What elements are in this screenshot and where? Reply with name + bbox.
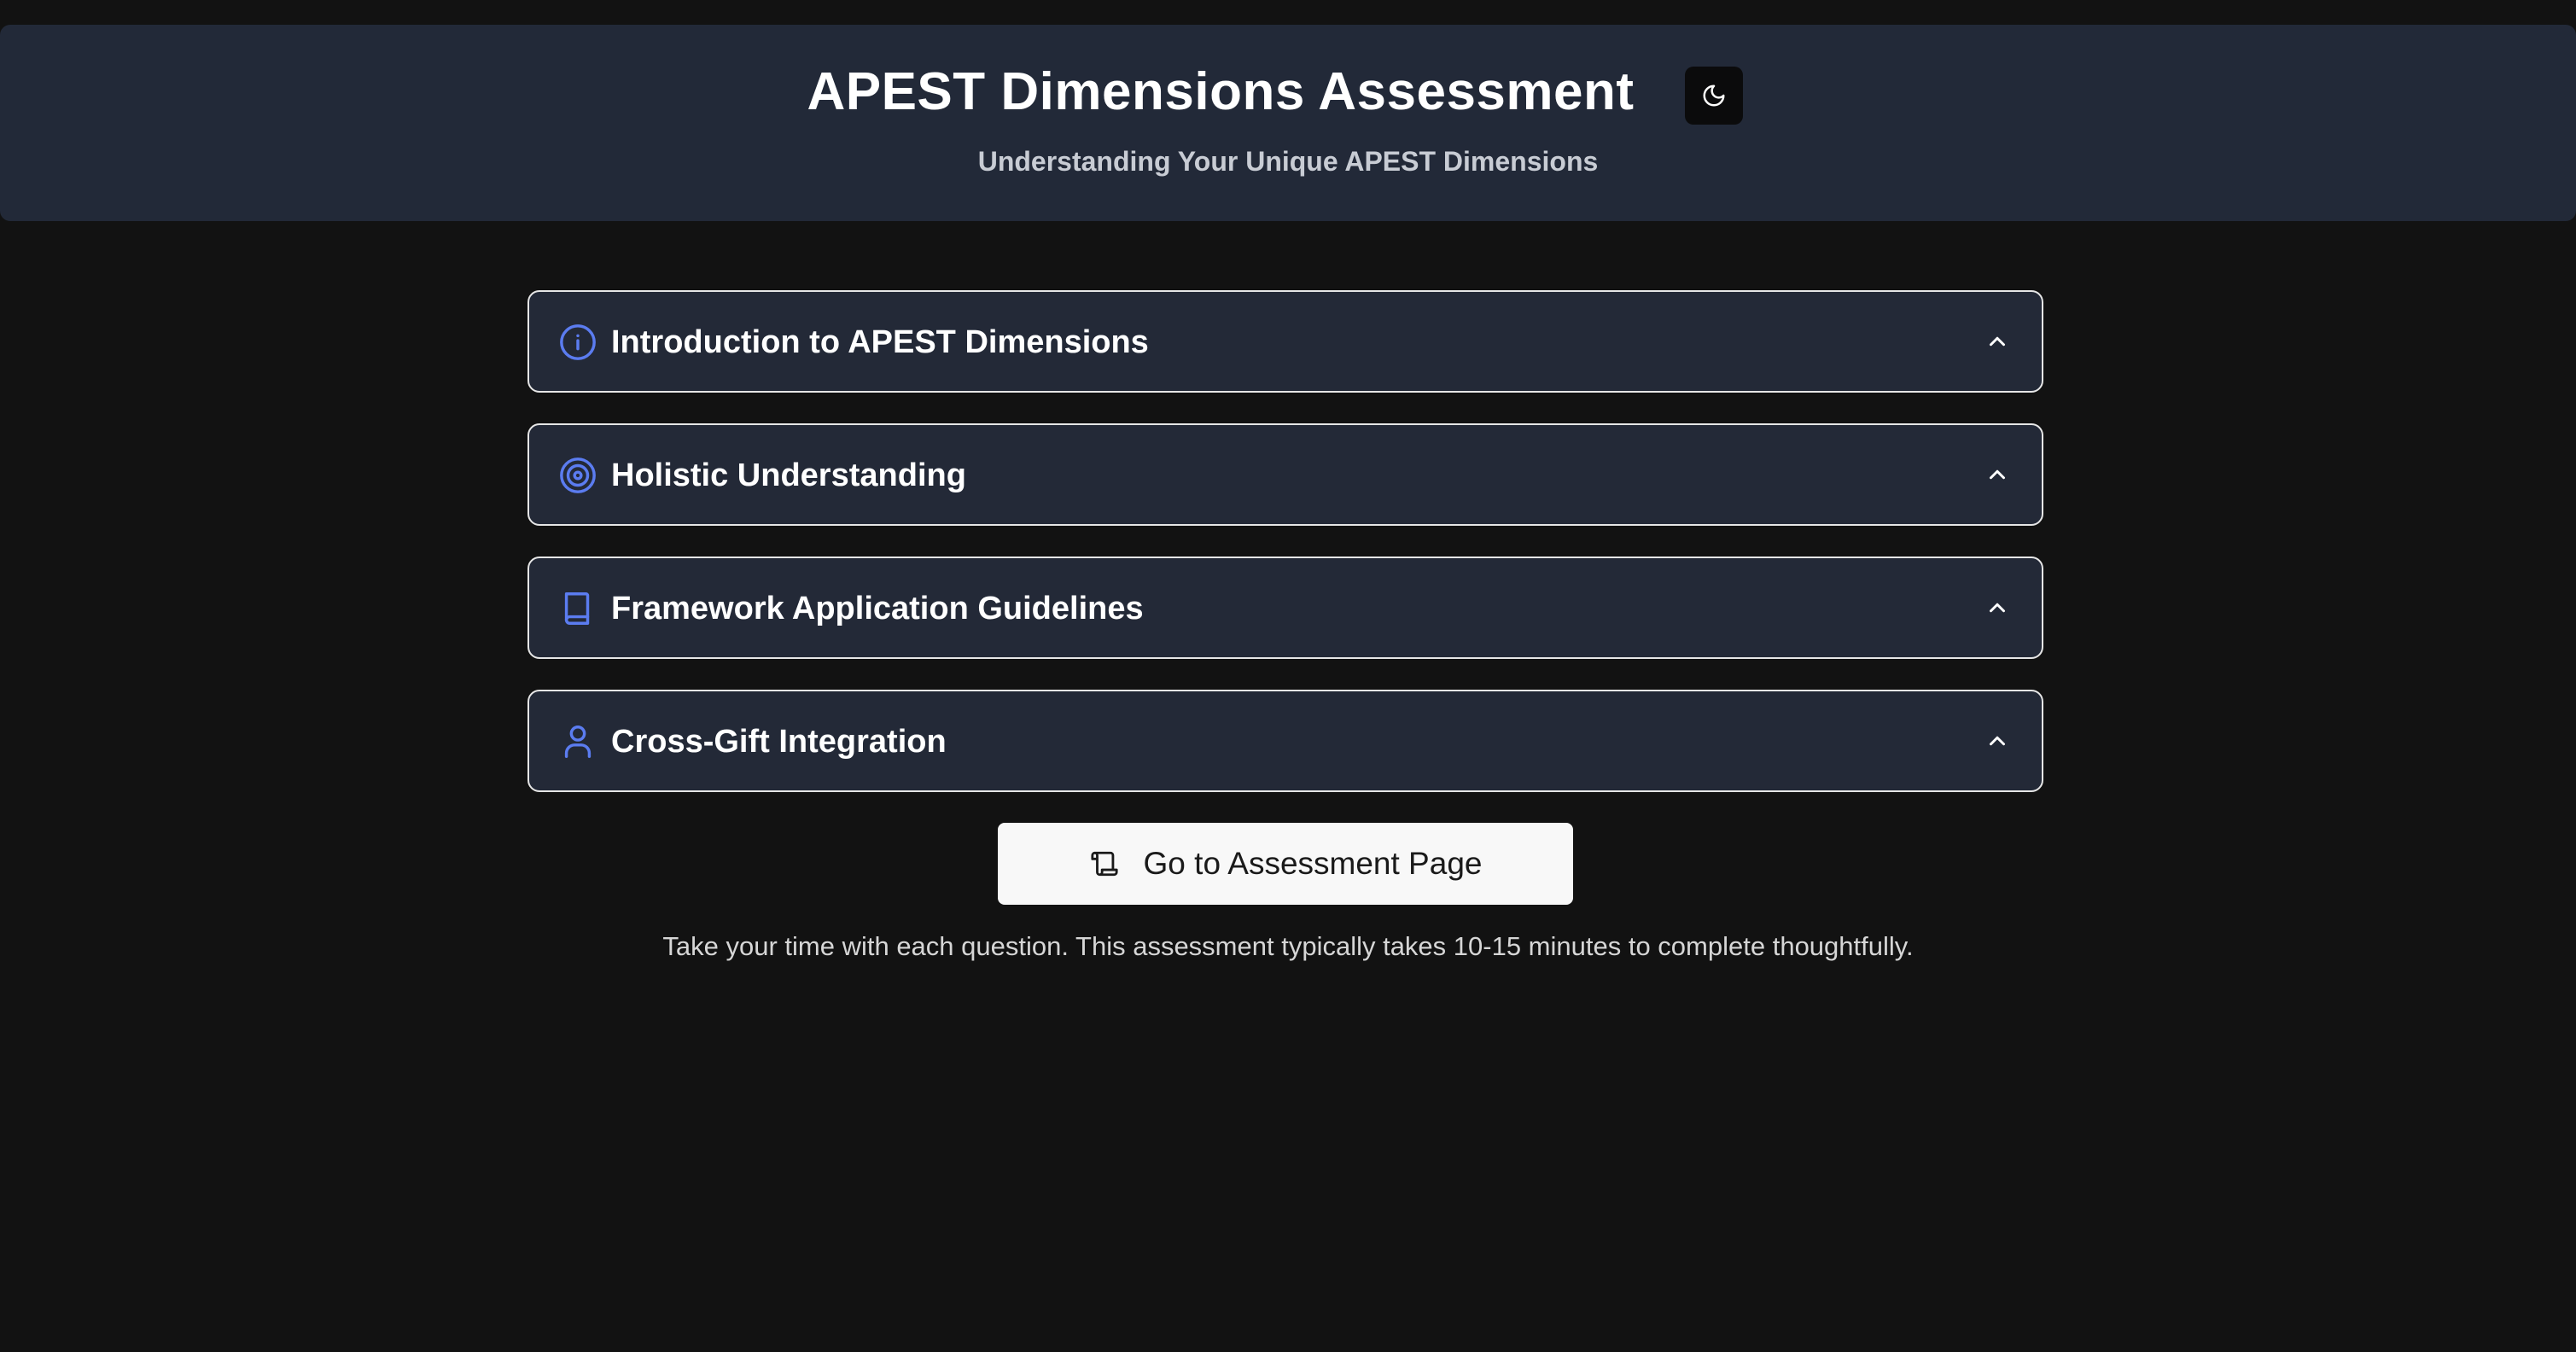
go-to-assessment-label: Go to Assessment Page — [1143, 845, 1483, 881]
accordion-label: Introduction to APEST Dimensions — [611, 324, 1149, 360]
accordion-introduction[interactable]: Introduction to APEST Dimensions — [527, 290, 2043, 393]
moon-icon — [1703, 84, 1725, 107]
user-icon — [558, 722, 597, 761]
theme-toggle-button[interactable] — [1685, 67, 1743, 125]
accordion-cross-gift-integration[interactable]: Cross-Gift Integration — [527, 690, 2043, 792]
page-subtitle: Understanding Your Unique APEST Dimensio… — [977, 146, 1599, 177]
scroll-icon — [1089, 848, 1120, 879]
accordion-label: Cross-Gift Integration — [611, 724, 947, 760]
chevron-up-icon[interactable] — [1982, 459, 2013, 490]
accordion-framework-guidelines[interactable]: Framework Application Guidelines — [527, 557, 2043, 659]
page: APEST Dimensions Assessment Understandin… — [0, 0, 2576, 1352]
info-circle-icon — [558, 323, 597, 362]
chevron-up-icon[interactable] — [1982, 326, 2013, 357]
chevron-up-icon[interactable] — [1982, 726, 2013, 756]
page-title: APEST Dimensions Assessment — [807, 62, 1635, 121]
chevron-up-icon[interactable] — [1982, 592, 2013, 623]
book-icon — [558, 589, 597, 628]
app-header: APEST Dimensions Assessment Understandin… — [0, 25, 2576, 221]
target-icon — [558, 456, 597, 495]
go-to-assessment-button[interactable]: Go to Assessment Page — [998, 823, 1573, 905]
accordion-label: Framework Application Guidelines — [611, 591, 1144, 626]
accordion-label: Holistic Understanding — [611, 457, 966, 493]
accordion-holistic-understanding[interactable]: Holistic Understanding — [527, 423, 2043, 526]
assessment-time-note: Take your time with each question. This … — [662, 931, 1914, 961]
